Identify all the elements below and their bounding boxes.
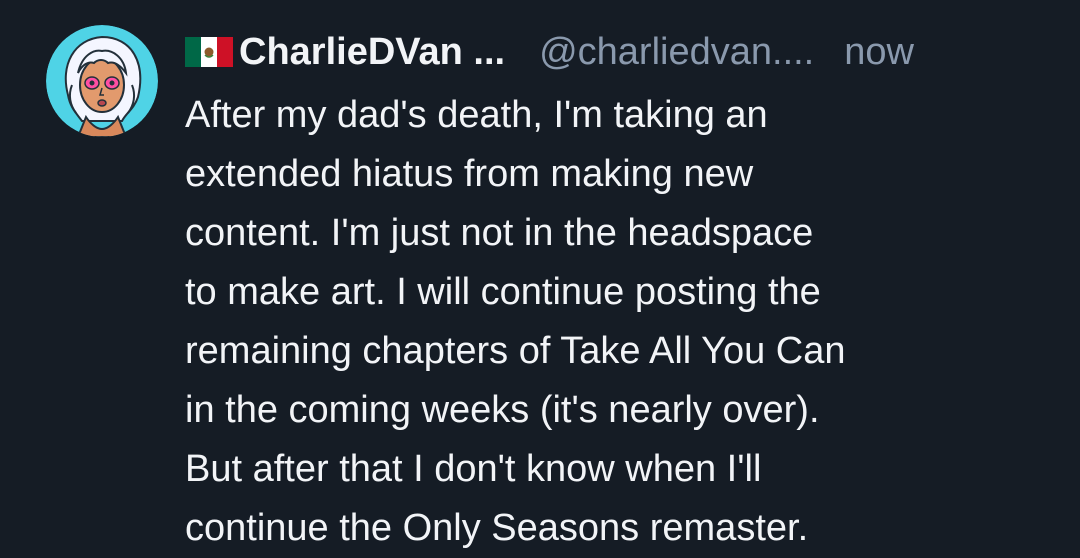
post-text-line: to make art. I will continue posting the [185,271,821,313]
post-text-line: After my dad's death, I'm taking an [185,94,768,136]
mexico-flag-icon [185,37,233,67]
post-text-line: extended hiatus from making new [185,153,754,195]
post-header: CharlieDVan ... @charliedvan.... now [185,22,1065,82]
author-avatar[interactable] [46,25,158,137]
post-timestamp[interactable]: now [844,31,914,74]
post-text-line: continue the Only Seasons remaster. [185,507,809,549]
post-text-line: But after that I don't know when I'll [185,448,762,490]
cartoon-avatar-icon [46,25,158,137]
author-handle[interactable]: @charliedvan.... [539,31,814,74]
post-text-line: in the coming weeks (it's nearly over). [185,389,820,431]
post-card: CharlieDVan ... @charliedvan.... now Aft… [0,0,1080,549]
post-body: After my dad's death, I'm taking an exte… [185,86,1055,558]
post-text-line: content. I'm just not in the headspace [185,212,814,254]
post-text-line: remaining chapters of Take All You Can [185,330,846,372]
author-display-name[interactable]: CharlieDVan ... [239,31,505,74]
post-content: CharlieDVan ... @charliedvan.... now Aft… [185,22,1065,558]
